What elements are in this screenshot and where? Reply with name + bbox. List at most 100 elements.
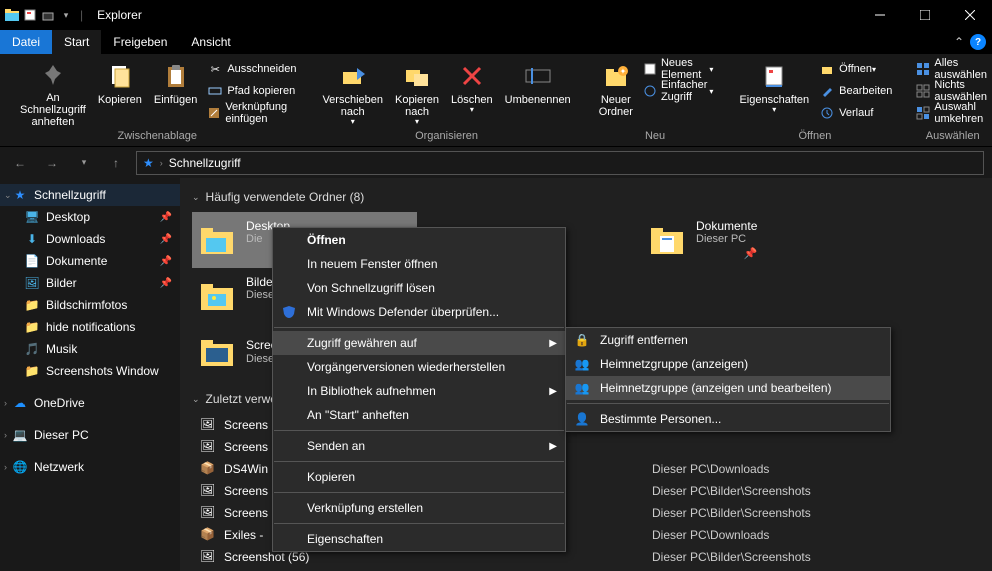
history-button[interactable]: Verlauf [815, 102, 896, 124]
group-open-label: Öffnen [798, 130, 831, 142]
navigation-bar: ← → ▾ ↑ ★ › Schnellzugriff [0, 146, 992, 178]
minimize-button[interactable] [857, 0, 902, 30]
sidebar-item-onedrive[interactable]: ›☁OneDrive [0, 392, 180, 414]
sidebar-item-scrwin[interactable]: 📁Screenshots Window [0, 360, 180, 382]
sidebar-item-downloads[interactable]: ⬇Downloads📌 [0, 228, 180, 250]
rename-icon [522, 60, 554, 92]
image-icon: 🖼 [200, 417, 216, 433]
ctx-copy[interactable]: Kopieren [273, 465, 565, 489]
new-item-button[interactable]: Neues Element ▾ [639, 58, 718, 80]
sidebar-item-network[interactable]: ›🌐Netzwerk [0, 456, 180, 478]
pin-icon [37, 60, 69, 90]
shield-icon [281, 304, 297, 320]
new-folder-button[interactable]: ✦ Neuer Ordner [593, 58, 639, 130]
frequent-folders-header[interactable]: ⌄Häufig verwendete Ordner (8) [192, 190, 980, 204]
folder-item-blank1[interactable] [537, 268, 762, 324]
ctx-homegroup-edit[interactable]: 👥Heimnetzgruppe (anzeigen und bearbeiten… [566, 376, 890, 400]
selinv-icon [916, 105, 930, 121]
qat-dropdown-icon[interactable]: ▾ [58, 7, 74, 23]
ctx-homegroup-view[interactable]: 👥Heimnetzgruppe (anzeigen) [566, 352, 890, 376]
edit-icon [819, 83, 835, 99]
archive-icon: 📦 [200, 527, 216, 543]
sidebar-item-screenshots[interactable]: 📁Bildschirmfotos [0, 294, 180, 316]
ctx-unpin-quickaccess[interactable]: Von Schnellzugriff lösen [273, 276, 565, 300]
ctx-create-shortcut[interactable]: Verknüpfung erstellen [273, 496, 565, 520]
easyaccess-icon [643, 83, 657, 99]
sidebar-item-thispc[interactable]: ›💻Dieser PC [0, 424, 180, 446]
paste-icon [160, 60, 192, 92]
qat-properties-icon[interactable] [22, 7, 38, 23]
properties-button[interactable]: Eigenschaften▾ [733, 58, 815, 130]
tab-view[interactable]: Ansicht [179, 30, 242, 54]
ctx-open-new-window[interactable]: In neuem Fenster öffnen [273, 252, 565, 276]
selall-icon [916, 61, 930, 77]
ctx-pin-start[interactable]: An "Start" anheften [273, 403, 565, 427]
recent-dropdown[interactable]: ▾ [72, 151, 96, 175]
group-organize-label: Organisieren [415, 130, 478, 142]
address-bar[interactable]: ★ › Schnellzugriff [136, 151, 984, 175]
tab-file[interactable]: Datei [0, 30, 52, 54]
sidebar-item-documents[interactable]: 📄Dokumente📌 [0, 250, 180, 272]
open-button[interactable]: Öffnen ▾ [815, 58, 896, 80]
ctx-specific-people[interactable]: 👤Bestimmte Personen... [566, 407, 890, 431]
rename-button[interactable]: Umbenennen [499, 58, 577, 130]
window-title: Explorer [97, 8, 142, 22]
up-button[interactable]: ↑ [104, 151, 128, 175]
sidebar-item-hidenotif[interactable]: 📁hide notifications [0, 316, 180, 338]
pin-icon: 📌 [160, 256, 172, 267]
back-button[interactable]: ← [8, 151, 32, 175]
copy-button[interactable]: Kopieren [92, 58, 148, 130]
copy-path-button[interactable]: Pfad kopieren [203, 80, 300, 102]
tab-start[interactable]: Start [52, 30, 101, 54]
close-button[interactable] [947, 0, 992, 30]
folder-icon: 📁 [24, 297, 40, 313]
lock-icon: 🔒 [574, 332, 590, 348]
image-icon: 🖼 [200, 549, 216, 565]
pin-quickaccess-button[interactable]: An Schnellzugriff anheften [14, 58, 92, 130]
properties-icon [758, 60, 790, 92]
tab-share[interactable]: Freigeben [101, 30, 179, 54]
paste-shortcut-button[interactable]: Verknüpfung einfügen [203, 102, 300, 124]
desktop-icon: 🖥 [24, 209, 40, 225]
delete-button[interactable]: Löschen▾ [445, 58, 499, 130]
ctx-defender-scan[interactable]: Mit Windows Defender überprüfen... [273, 300, 565, 324]
network-icon: 🌐 [12, 459, 28, 475]
copy-icon [104, 60, 136, 92]
pin-icon: 📌 [744, 248, 758, 261]
forward-button[interactable]: → [40, 151, 64, 175]
ctx-open[interactable]: Öffnen [273, 228, 565, 252]
sidebar-item-desktop[interactable]: 🖥Desktop📌 [0, 206, 180, 228]
select-all-button[interactable]: Alles auswählen [912, 58, 992, 80]
move-to-button[interactable]: Verschieben nach▾ [316, 58, 389, 130]
ctx-previous-versions[interactable]: Vorgängerversionen wiederherstellen [273, 355, 565, 379]
sidebar-item-pictures[interactable]: 🖼Bilder📌 [0, 272, 180, 294]
copy-to-button[interactable]: Kopieren nach▾ [389, 58, 445, 130]
ctx-remove-access[interactable]: 🔒Zugriff entfernen [566, 328, 890, 352]
newfolder-icon: ✦ [600, 60, 632, 92]
maximize-button[interactable] [902, 0, 947, 30]
qat-newfolder-icon[interactable] [40, 7, 56, 23]
breadcrumb[interactable]: Schnellzugriff [169, 156, 241, 170]
path-icon [207, 83, 223, 99]
folder-icon: 📁 [24, 363, 40, 379]
image-icon: 🖼 [200, 439, 216, 455]
ctx-properties[interactable]: Eigenschaften [273, 527, 565, 551]
ribbon-collapse-icon[interactable]: ⌃ [954, 35, 964, 49]
easy-access-button[interactable]: Einfacher Zugriff ▾ [639, 80, 718, 102]
folder-item-documents[interactable]: DokumenteDieser PC📌 [642, 212, 867, 268]
paste-button[interactable]: Einfügen [148, 58, 203, 130]
help-icon[interactable]: ? [970, 34, 986, 50]
select-none-button[interactable]: Nichts auswählen [912, 80, 992, 102]
invert-selection-button[interactable]: Auswahl umkehren [912, 102, 992, 124]
navigation-pane: ⌄★Schnellzugriff 🖥Desktop📌 ⬇Downloads📌 📄… [0, 178, 180, 571]
ctx-send-to[interactable]: Senden an▶ [273, 434, 565, 458]
edit-button[interactable]: Bearbeiten [815, 80, 896, 102]
ctx-include-library[interactable]: In Bibliothek aufnehmen▶ [273, 379, 565, 403]
sidebar-item-music[interactable]: 🎵Musik [0, 338, 180, 360]
ribbon-tabs: Datei Start Freigeben Ansicht ⌃ ? [0, 30, 992, 54]
selnone-icon [916, 83, 930, 99]
image-icon: 🖼 [200, 483, 216, 499]
cut-button[interactable]: ✂Ausschneiden [203, 58, 300, 80]
sidebar-item-quickaccess[interactable]: ⌄★Schnellzugriff [0, 184, 180, 206]
ctx-grant-access[interactable]: Zugriff gewähren auf▶ [273, 331, 565, 355]
